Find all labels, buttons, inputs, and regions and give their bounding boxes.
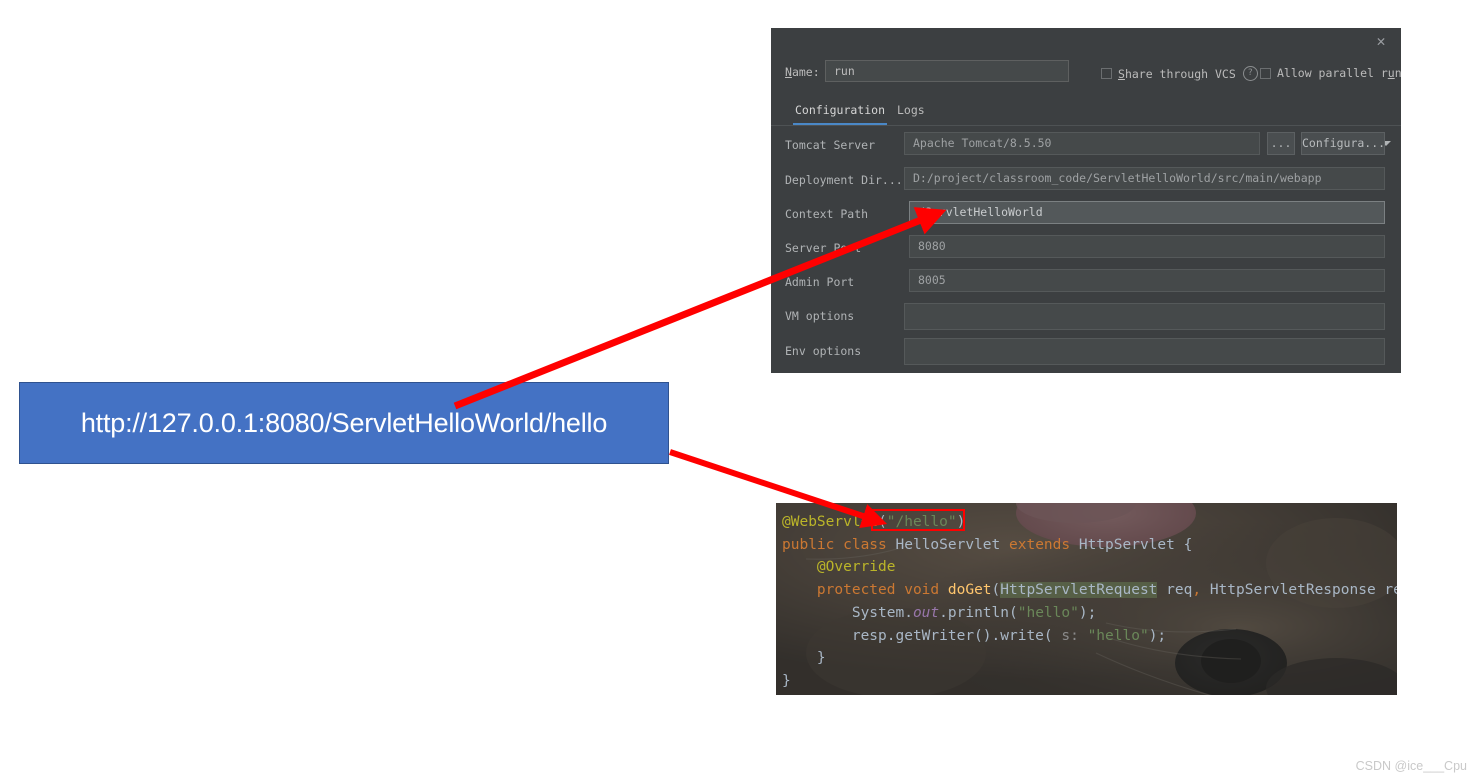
code-snippet-panel: @WebServlet("/hello") public class Hello… — [776, 503, 1397, 695]
vm-options-input[interactable] — [904, 303, 1385, 330]
share-through-vcs-label: Share through VCS — [1118, 66, 1236, 81]
share-through-vcs-checkbox-box[interactable] — [1101, 68, 1112, 79]
dialog-tabs: Configuration Logs — [771, 98, 1401, 125]
code-text: @WebServlet("/hello") public class Hello… — [782, 514, 1397, 689]
tabs-divider — [771, 125, 1401, 126]
field-row-env-options: Env options — [771, 338, 1401, 670]
server-port-label: Server Port — [785, 241, 862, 255]
dialog-titlebar: ✕ — [771, 28, 1401, 53]
field-row-deployment-dir: Deployment Dir... D:/project/classroom_c… — [771, 167, 1401, 323]
url-callout-box: http://127.0.0.1:8080/ServletHelloWorld/… — [19, 382, 669, 464]
field-row-server-port: Server Port 8080 — [771, 235, 1401, 261]
field-row-admin-port: Admin Port 8005 — [771, 269, 1401, 295]
tab-logs[interactable]: Logs — [895, 98, 927, 122]
field-row-tomcat-server: Tomcat Server Apache Tomcat/8.5.50 ... C… — [771, 132, 1401, 158]
deployment-dir-label: Deployment Dir... — [785, 173, 903, 187]
allow-parallel-run-label: Allow parallel run — [1277, 66, 1402, 80]
tomcat-server-select[interactable]: Apache Tomcat/8.5.50 — [904, 132, 1260, 155]
name-input[interactable]: run — [825, 60, 1069, 82]
field-row-vm-options: VM options — [771, 303, 1401, 600]
name-label: Name: — [785, 65, 820, 79]
share-through-vcs-checkbox[interactable]: Share through VCS ? — [1101, 66, 1258, 81]
tomcat-browse-button[interactable]: ... — [1267, 132, 1295, 155]
allow-parallel-run-checkbox[interactable]: Allow parallel run — [1260, 66, 1402, 80]
help-icon[interactable]: ? — [1242, 66, 1258, 81]
context-path-input[interactable]: /ServletHelloWorld — [909, 201, 1385, 224]
env-options-input[interactable] — [904, 338, 1385, 365]
admin-port-label: Admin Port — [785, 275, 855, 289]
vm-options-label: VM options — [785, 309, 855, 323]
context-path-label: Context Path — [785, 207, 869, 221]
url-text: http://127.0.0.1:8080/ServletHelloWorld/… — [80, 407, 608, 438]
field-row-context-path: Context Path /ServletHelloWorld — [771, 201, 1401, 227]
csdn-watermark: CSDN @ice___Cpu — [1355, 759, 1467, 773]
tomcat-server-label: Tomcat Server — [785, 138, 876, 152]
close-icon[interactable]: ✕ — [1371, 31, 1391, 51]
run-debug-configuration-dialog: ✕ Name: run Share through VCS ? Allow pa… — [771, 28, 1402, 670]
tab-configuration[interactable]: Configuration — [793, 98, 888, 125]
env-options-label: Env options — [785, 344, 862, 358]
deployment-dir-input[interactable]: D:/project/classroom_code/ServletHelloWo… — [904, 167, 1385, 190]
tomcat-configure-button[interactable]: Configura... — [1301, 132, 1385, 155]
admin-port-input[interactable]: 8005 — [909, 269, 1385, 292]
server-port-input[interactable]: 8080 — [909, 235, 1385, 258]
allow-parallel-run-checkbox-box[interactable] — [1260, 67, 1271, 79]
